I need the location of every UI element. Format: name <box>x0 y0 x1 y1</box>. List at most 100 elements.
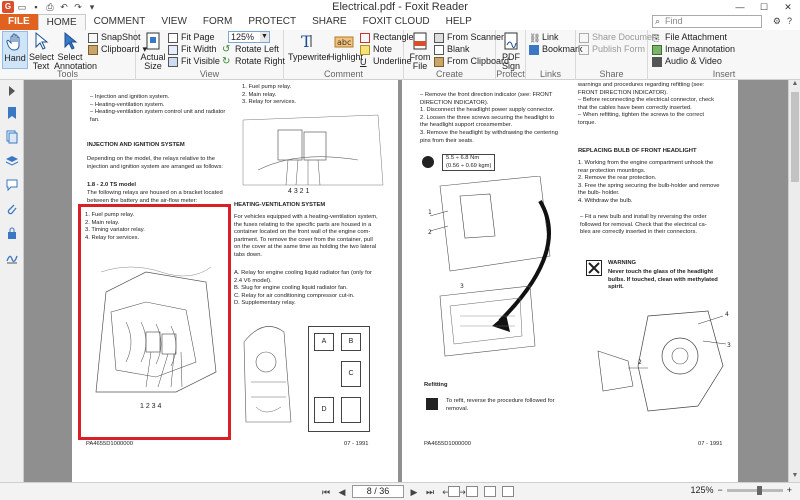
signatures-icon[interactable] <box>5 250 19 264</box>
undo-icon[interactable]: ↶ <box>58 2 70 13</box>
zoom-controls: 125% − + <box>690 485 792 495</box>
bookmark-button[interactable]: Bookmark <box>529 44 583 55</box>
rotate-left-button[interactable]: ↺ Rotate Left <box>222 44 279 55</box>
single-page-icon[interactable] <box>448 486 460 497</box>
rotate-right-button[interactable]: ↻ Rotate Right <box>222 56 285 67</box>
previous-page-icon[interactable]: ◀ <box>336 486 348 498</box>
zoom-slider[interactable] <box>726 485 783 495</box>
fit-visible-button[interactable]: Fit Visible <box>168 56 220 67</box>
facing-page-icon[interactable] <box>484 486 496 497</box>
close-button[interactable]: ✕ <box>776 0 800 14</box>
zoom-in-icon[interactable]: + <box>787 485 792 495</box>
rectangle-annotation[interactable] <box>78 204 231 440</box>
scrollbar-thumb[interactable] <box>791 92 799 182</box>
fuse-box-empty <box>341 397 361 423</box>
tab-foxit-cloud[interactable]: FOXIT CLOUD <box>355 14 438 30</box>
p1-fuse-box-diagram: A B C D <box>308 326 370 432</box>
comments-icon[interactable] <box>5 178 19 192</box>
from-scanner-button[interactable]: From Scanner <box>434 32 504 43</box>
vertical-scrollbar[interactable]: ▲ ▼ <box>788 80 800 482</box>
next-page-icon[interactable]: ▶ <box>408 486 420 498</box>
redo-icon[interactable]: ↷ <box>72 2 84 13</box>
pdf-sign-button[interactable]: PDF Sign <box>498 31 524 71</box>
scroll-up-icon[interactable]: ▲ <box>789 80 800 90</box>
link-button[interactable]: ⛓ Link <box>529 32 559 43</box>
scroll-down-icon[interactable]: ▼ <box>789 472 800 482</box>
bookmarks-icon[interactable] <box>5 106 19 120</box>
print-icon[interactable]: ⎙ <box>44 2 56 13</box>
p2-footer-left: PA4655D1000000 <box>424 441 471 447</box>
tab-home[interactable]: HOME <box>37 14 86 30</box>
security-icon[interactable] <box>5 226 19 240</box>
actual-size-button[interactable]: Actual Size <box>140 31 166 71</box>
find-placeholder: Find <box>665 16 683 26</box>
tab-form[interactable]: FORM <box>195 14 240 30</box>
last-page-icon[interactable]: ⏭ <box>424 486 436 498</box>
highlight-button[interactable]: abc Highlight <box>328 31 363 62</box>
attachments-icon[interactable] <box>5 202 19 216</box>
blank-button[interactable]: Blank <box>434 44 470 55</box>
publish-form-button[interactable]: Publish Form <box>579 44 645 55</box>
foxit-logo-icon[interactable]: G <box>2 1 14 13</box>
from-file-button[interactable]: From File <box>407 31 433 71</box>
first-page-icon[interactable]: ⏮ <box>320 486 332 498</box>
page-gap <box>398 80 402 482</box>
tab-comment[interactable]: COMMENT <box>86 14 154 30</box>
p1-footer-left: PA4655D1000000 <box>86 441 133 447</box>
find-input[interactable]: ⌕ Find <box>652 15 762 28</box>
image-annotation-button[interactable]: Image Annotation <box>652 44 735 55</box>
svg-text:4: 4 <box>725 311 729 318</box>
typewriter-icon: T <box>301 32 312 51</box>
window-controls: — ☐ ✕ <box>728 0 800 14</box>
tab-file[interactable]: FILE <box>0 14 38 30</box>
p1-heating-para: For vehicles equipped with a heating-ven… <box>234 214 378 258</box>
rotate-right-icon: ↻ <box>222 55 231 67</box>
minimize-button[interactable]: — <box>728 0 752 14</box>
blank-page-icon <box>434 44 444 55</box>
layers-icon[interactable] <box>5 154 19 168</box>
zoom-out-icon[interactable]: − <box>717 485 722 495</box>
customize-qat-icon[interactable]: ▾ <box>86 2 98 13</box>
p1-subheading: 1.8 - 2.0 TS model <box>87 182 136 188</box>
tab-view[interactable]: VIEW <box>153 14 195 30</box>
fit-width-button[interactable]: Fit Width <box>168 44 217 55</box>
rectangle-icon <box>360 32 370 43</box>
wrench-icon <box>422 156 434 168</box>
tab-protect[interactable]: PROTECT <box>240 14 304 30</box>
p1-footer-right: 07 - 1991 <box>344 441 369 447</box>
typewriter-button[interactable]: T Typewriter <box>288 31 330 62</box>
select-text-icon <box>35 31 49 50</box>
search-icon: ⌕ <box>655 16 661 26</box>
svg-text:2: 2 <box>428 229 432 236</box>
note-button[interactable]: Note <box>360 44 392 55</box>
svg-text:abc: abc <box>337 38 351 47</box>
group-insert: ⎘ File Attachment Image Annotation Audio… <box>652 32 736 79</box>
continuous-page-icon[interactable] <box>466 486 478 497</box>
save-icon[interactable]: ▪ <box>30 2 42 13</box>
zoom-slider-knob[interactable] <box>756 485 762 495</box>
snapshot-button[interactable]: SnapShot <box>88 32 141 43</box>
pages-icon[interactable] <box>5 130 19 144</box>
help-icons: ⚙ ? <box>773 16 792 27</box>
tab-share[interactable]: SHARE <box>304 14 354 30</box>
continuous-facing-icon[interactable] <box>502 486 514 497</box>
group-create: From File From Scanner Blank From Clipbo… <box>404 30 509 80</box>
hand-button[interactable]: Hand <box>2 31 28 69</box>
p2-refitting-text: To refit, reverse the procedure followed… <box>446 398 555 412</box>
select-annotation-button[interactable]: Select Annotation <box>54 31 97 71</box>
tab-help[interactable]: HELP <box>438 14 480 30</box>
page-number-input[interactable]: 8 / 36 <box>352 485 404 498</box>
expand-panel-icon[interactable] <box>5 84 19 98</box>
fuse-box-c: C <box>341 361 361 387</box>
help-icon[interactable]: ? <box>787 16 792 27</box>
zoom-select[interactable]: 125% ▼ <box>228 31 270 43</box>
p1-para: Depending on the model, the relays relat… <box>87 156 223 170</box>
maximize-button[interactable]: ☐ <box>752 0 776 14</box>
audio-video-button[interactable]: Audio & Video <box>652 56 722 67</box>
open-icon[interactable]: ▭ <box>16 2 28 13</box>
file-attachment-button[interactable]: ⎘ File Attachment <box>652 32 727 43</box>
settings-icon[interactable]: ⚙ <box>773 16 781 27</box>
select-text-button[interactable]: Select Text <box>29 31 54 71</box>
fit-width-icon <box>168 44 178 55</box>
fit-page-button[interactable]: Fit Page <box>168 32 215 43</box>
